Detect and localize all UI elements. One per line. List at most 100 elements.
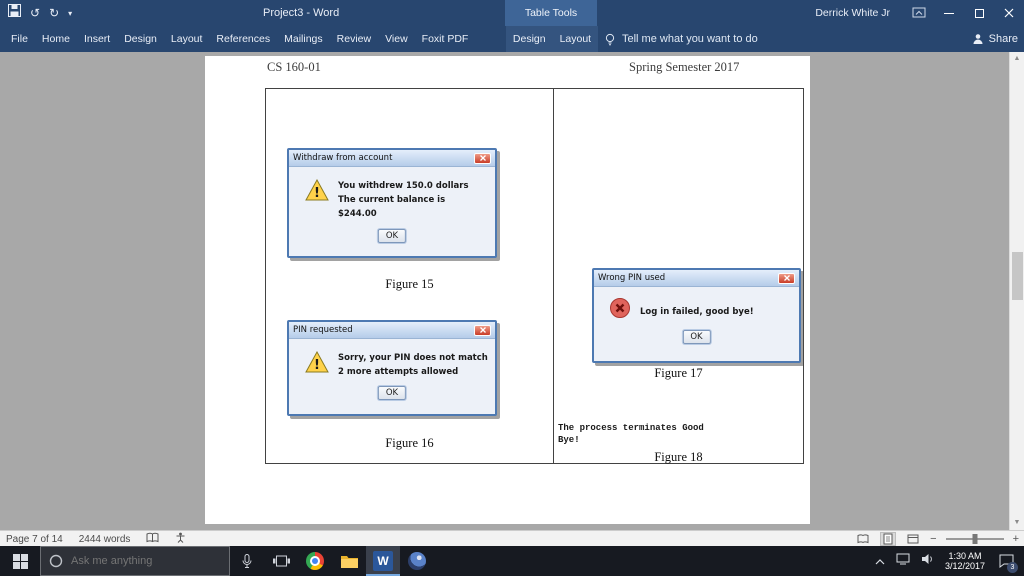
tab-home[interactable]: Home xyxy=(35,26,77,52)
dialog-close-icon xyxy=(474,325,491,336)
dialog-message-line: Sorry, your PIN does not match xyxy=(338,351,488,365)
tab-file[interactable]: File xyxy=(4,26,35,52)
dialog-image-wrong-pin[interactable]: Wrong PIN used Log in failed, good bye! xyxy=(592,268,801,363)
figure-caption: Figure 18 xyxy=(554,450,803,465)
qat-customize-icon[interactable]: ▾ xyxy=(68,9,72,18)
tab-review[interactable]: Review xyxy=(330,26,378,52)
tab-layout[interactable]: Layout xyxy=(164,26,210,52)
maximize-icon xyxy=(975,9,984,18)
zoom-slider-thumb[interactable] xyxy=(972,534,977,544)
web-layout-button[interactable] xyxy=(905,532,921,546)
dialog-body: ! Sorry, your PIN does not match 2 more … xyxy=(289,339,495,414)
read-mode-button[interactable] xyxy=(855,532,871,546)
tab-table-design[interactable]: Design xyxy=(506,26,553,52)
quick-access-toolbar: ↺ ↻ ▾ xyxy=(8,0,72,26)
taskbar-clock[interactable]: 1:30 AM 3/12/2017 xyxy=(945,551,985,572)
scrollbar-thumb[interactable] xyxy=(1012,252,1023,300)
folder-icon xyxy=(340,554,359,569)
share-button[interactable]: Share xyxy=(972,26,1018,52)
ok-button: OK xyxy=(378,229,406,243)
dialog-titlebar: Withdraw from account xyxy=(289,150,495,167)
screen: ↺ ↻ ▾ Project3 - Word Table Tools Derric… xyxy=(0,0,1024,576)
titlebar: ↺ ↻ ▾ Project3 - Word Table Tools Derric… xyxy=(0,0,1024,26)
tell-me-box[interactable]: Tell me what you want to do xyxy=(604,26,758,52)
dialog-message: You withdrew 150.0 dollars The current b… xyxy=(338,179,469,221)
search-input[interactable] xyxy=(71,555,221,567)
undo-icon[interactable]: ↺ xyxy=(30,6,40,20)
ok-button: OK xyxy=(378,386,406,400)
tab-insert[interactable]: Insert xyxy=(77,26,117,52)
tab-view[interactable]: View xyxy=(378,26,415,52)
person-icon xyxy=(972,33,984,45)
tab-table-layout[interactable]: Layout xyxy=(553,26,599,52)
media-app-button[interactable] xyxy=(400,546,434,576)
status-right: − + xyxy=(855,531,1019,547)
dialog-image-pin-requested[interactable]: PIN requested ! Sorry, your PIN does not… xyxy=(287,320,497,416)
titlebar-right: Derrick White Jr xyxy=(801,0,1024,26)
dialog-message-line: 2 more attempts allowed xyxy=(338,365,488,379)
cortana-search-box[interactable] xyxy=(40,546,230,576)
close-icon xyxy=(1004,8,1014,18)
accessibility-icon[interactable] xyxy=(175,532,186,546)
chrome-button[interactable] xyxy=(298,546,332,576)
scroll-up-icon[interactable]: ▲ xyxy=(1010,52,1024,66)
tray-expand-icon[interactable] xyxy=(875,552,885,570)
close-button[interactable] xyxy=(994,0,1024,26)
figure-caption: Figure 15 xyxy=(266,277,553,292)
tab-foxit-pdf[interactable]: Foxit PDF xyxy=(415,26,476,52)
status-left: Page 7 of 14 2444 words xyxy=(6,531,186,547)
svg-text:!: ! xyxy=(314,358,320,373)
start-button[interactable] xyxy=(0,546,40,576)
dialog-message-line: Log in failed, good bye! xyxy=(640,305,754,319)
clock-date: 3/12/2017 xyxy=(945,561,985,572)
dialog-message-line: $244.00 xyxy=(338,207,469,221)
minimize-button[interactable] xyxy=(934,0,964,26)
word-icon: W xyxy=(373,551,393,571)
action-center-button[interactable]: 3 xyxy=(996,550,1016,572)
proofing-icon[interactable] xyxy=(146,532,159,546)
taskbar: W 1:30 AM 3/12/2017 3 xyxy=(0,546,1024,576)
ribbon-display-options-icon[interactable] xyxy=(904,0,934,26)
svg-text:!: ! xyxy=(314,186,320,201)
document-page[interactable]: CS 160-01 Spring Semester 2017 Withdraw … xyxy=(205,56,810,524)
dialog-message: Log in failed, good bye! xyxy=(640,305,754,319)
zoom-slider[interactable] xyxy=(946,538,1004,540)
dialog-close-icon xyxy=(474,153,491,164)
maximize-button[interactable] xyxy=(964,0,994,26)
table-cell-left[interactable]: Withdraw from account ! You withdrew 150… xyxy=(266,89,554,463)
ribbon-tabs: File Home Insert Design Layout Reference… xyxy=(4,26,475,52)
cortana-icon xyxy=(49,554,63,568)
word-taskbar-button[interactable]: W xyxy=(366,546,400,576)
tab-references[interactable]: References xyxy=(209,26,277,52)
dialog-body: Log in failed, good bye! OK xyxy=(594,287,799,361)
dialog-message: Sorry, your PIN does not match 2 more at… xyxy=(338,351,488,379)
word-count[interactable]: 2444 words xyxy=(79,534,131,545)
table-cell-right[interactable]: Wrong PIN used Log in failed, good bye! xyxy=(554,89,803,463)
tab-design[interactable]: Design xyxy=(117,26,164,52)
account-user-name[interactable]: Derrick White Jr xyxy=(801,7,904,19)
console-line: The process terminates Good xyxy=(558,422,704,434)
save-icon[interactable] xyxy=(8,4,21,22)
zoom-out-button[interactable]: − xyxy=(930,533,936,545)
microphone-button[interactable] xyxy=(230,546,264,576)
print-layout-button[interactable] xyxy=(880,532,896,546)
file-explorer-button[interactable] xyxy=(332,546,366,576)
scroll-down-icon[interactable]: ▼ xyxy=(1010,516,1024,530)
zoom-in-button[interactable]: + xyxy=(1013,533,1019,545)
lightbulb-icon xyxy=(604,33,616,46)
dialog-title: PIN requested xyxy=(293,325,474,335)
clock-time: 1:30 AM xyxy=(945,551,985,562)
task-view-button[interactable] xyxy=(264,546,298,576)
console-line: Bye! xyxy=(558,434,704,446)
dialog-image-withdraw[interactable]: Withdraw from account ! You withdrew 150… xyxy=(287,148,497,258)
microphone-icon xyxy=(242,554,252,569)
volume-icon[interactable] xyxy=(921,552,934,570)
vertical-scrollbar[interactable]: ▲ ▼ xyxy=(1009,52,1024,530)
tab-mailings[interactable]: Mailings xyxy=(277,26,330,52)
window-title: Project3 - Word xyxy=(263,0,339,26)
network-icon[interactable] xyxy=(896,552,910,570)
task-view-icon xyxy=(273,554,290,568)
page-indicator[interactable]: Page 7 of 14 xyxy=(6,534,63,545)
dialog-title: Wrong PIN used xyxy=(598,273,778,283)
redo-icon[interactable]: ↻ xyxy=(49,6,59,20)
